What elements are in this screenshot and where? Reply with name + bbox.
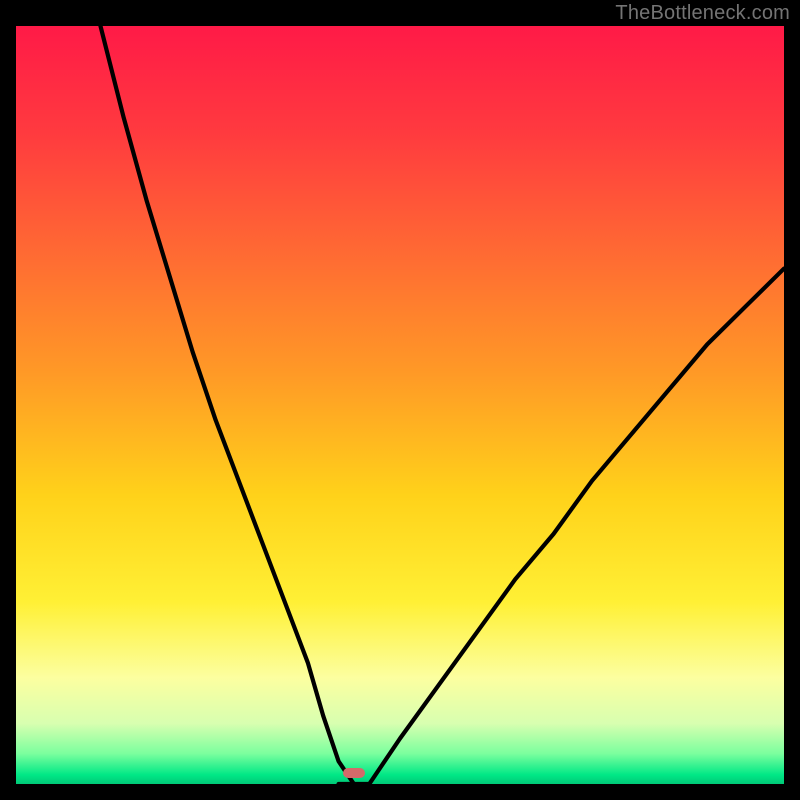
background-gradient (16, 26, 784, 784)
chart-stage: TheBottleneck.com (0, 0, 800, 800)
optimal-marker (343, 768, 365, 778)
watermark-text: TheBottleneck.com (615, 2, 790, 25)
plot-area (16, 26, 784, 784)
